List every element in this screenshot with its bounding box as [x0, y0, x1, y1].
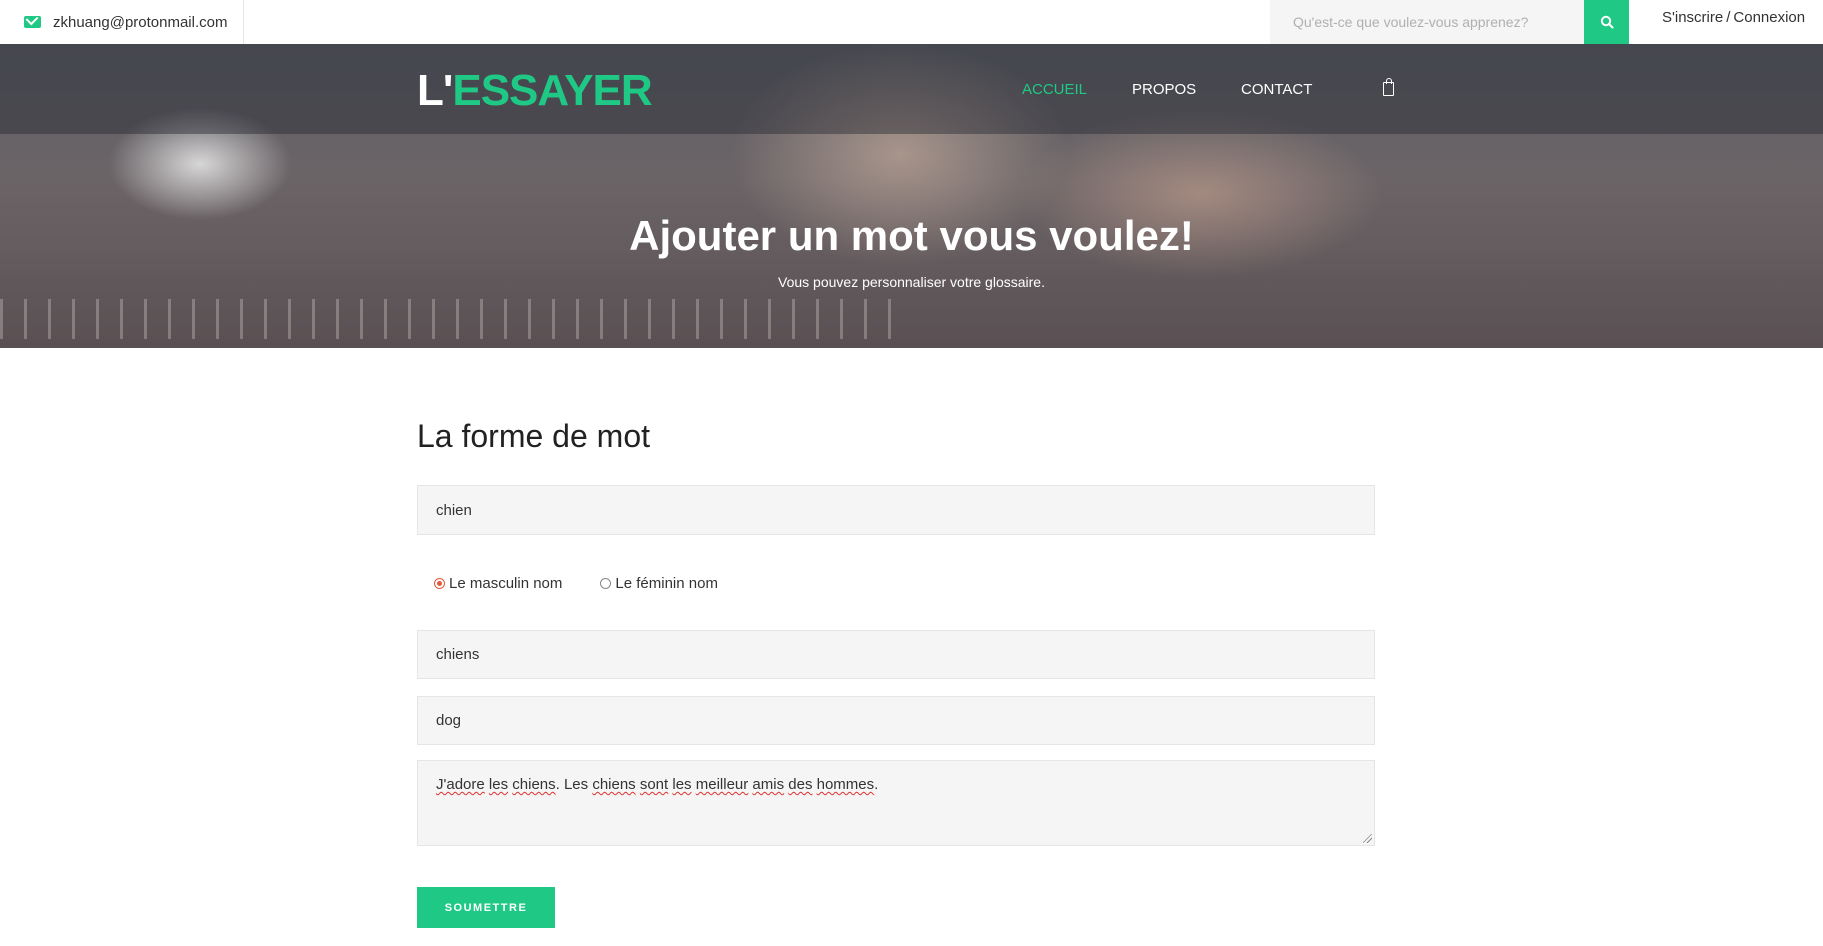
nav-propos[interactable]: PROPOS [1132, 81, 1196, 98]
example-sentence-textarea[interactable]: J'adore les chiens. Les chiens sont les … [417, 760, 1375, 846]
shopping-bag-icon[interactable] [1383, 78, 1394, 96]
radio-masculine-indicator[interactable] [434, 578, 445, 589]
radio-feminine[interactable]: Le féminin nom [600, 575, 718, 592]
radio-feminine-indicator[interactable] [600, 578, 612, 589]
notebook-spiral-decoration [0, 299, 900, 339]
search-icon [1600, 15, 1613, 29]
form-title: La forme de mot [417, 418, 650, 454]
radio-masculine-label: Le masculin nom [449, 575, 563, 592]
nav-contact[interactable]: CONTACT [1241, 81, 1312, 98]
example-sentence-text: J'adore les chiens. Les chiens sont les … [436, 776, 879, 793]
resize-handle-icon[interactable] [1363, 834, 1372, 843]
word-input[interactable] [417, 485, 1375, 535]
translation-input[interactable] [417, 696, 1375, 745]
contact-email[interactable]: zkhuang@protonmail.com [0, 0, 244, 44]
search-input[interactable] [1270, 0, 1584, 44]
hero-banner: L'ESSAYER ACCUEIL PROPOS CONTACT Ajouter… [0, 44, 1823, 348]
email-text: zkhuang@protonmail.com [53, 13, 228, 31]
plural-input[interactable] [417, 630, 1375, 679]
submit-button[interactable]: SOUMETTRE [417, 887, 555, 928]
nav-accueil[interactable]: ACCUEIL [1022, 81, 1087, 98]
site-logo[interactable]: L'ESSAYER [417, 66, 653, 116]
signup-link[interactable]: S'inscrire [1662, 9, 1723, 26]
envelope-icon [24, 16, 41, 28]
main-navbar [0, 44, 1823, 134]
radio-feminine-label: Le féminin nom [615, 575, 718, 592]
logo-part-1: L' [417, 66, 453, 115]
hero-title: Ajouter un mot vous voulez! [629, 212, 1194, 259]
radio-masculine[interactable]: Le masculin nom [434, 575, 562, 592]
login-link[interactable]: Connexion [1733, 9, 1805, 26]
auth-separator: / [1726, 9, 1731, 26]
gender-radio-group: Le masculin nom Le féminin nom [434, 575, 756, 592]
top-bar: zkhuang@protonmail.com S'inscrire/Connex… [0, 0, 1823, 44]
auth-links: S'inscrire / Connexion [1662, 9, 1805, 26]
hero-subtitle: Vous pouvez personnaliser votre glossair… [778, 274, 1045, 290]
search-button[interactable] [1584, 0, 1629, 44]
logo-part-2: ESSAYER [452, 66, 652, 115]
